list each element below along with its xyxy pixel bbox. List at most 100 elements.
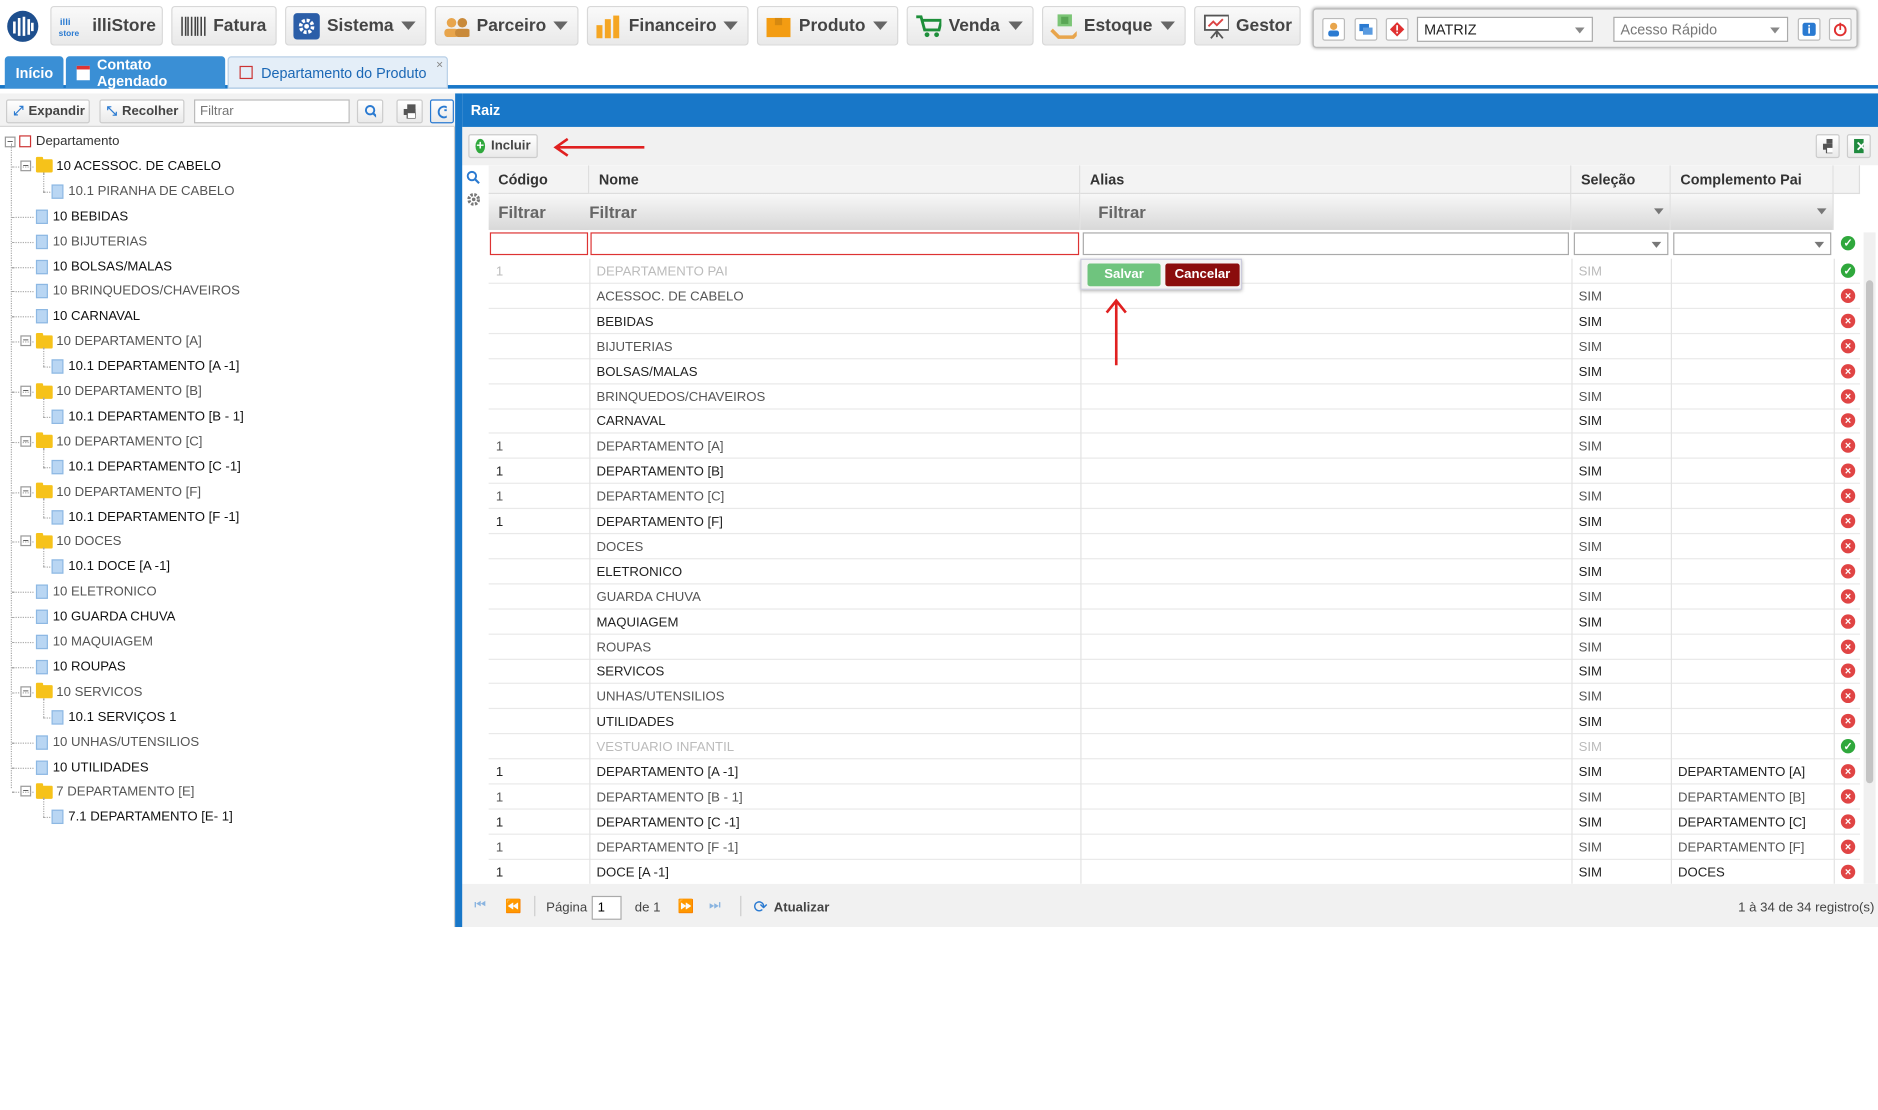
delete-icon[interactable]: × [1840,764,1856,779]
grid-print-button[interactable] [1815,134,1840,159]
table-row[interactable]: BRINQUEDOS/CHAVEIROS SIM × [488,384,1861,410]
tree-leaf-node[interactable]: 10.1 PIRANHA DE CABELO [51,179,234,203]
filter-selecao[interactable] [1571,194,1671,230]
menu-parceiro[interactable]: Parceiro [434,5,579,46]
settings-icon[interactable] [466,192,483,209]
tree-leaf-node[interactable]: 10.1 DEPARTAMENTO [F -1] [51,505,240,529]
new-codigo-input[interactable] [489,232,589,256]
confirm-icon[interactable]: ✓ [1840,235,1856,251]
table-row[interactable]: CARNAVAL SIM × [488,409,1861,435]
table-row[interactable]: ROUPAS SIM × [488,634,1861,660]
delete-icon[interactable]: × [1840,663,1856,679]
vertical-scrollbar[interactable] [1863,232,1876,884]
page-number-input[interactable] [591,895,622,920]
tree-leaf-node[interactable]: 10 ELETRONICO [35,580,157,604]
menu-produto[interactable]: Produto [756,5,899,46]
cancel-button[interactable]: Cancelar [1165,263,1240,287]
new-alias-input[interactable] [1082,232,1569,256]
delete-icon[interactable]: × [1840,338,1856,353]
search-button[interactable] [356,99,384,124]
delete-icon[interactable]: × [1840,388,1856,404]
tab-contato-agendado[interactable]: Contato Agendado [65,56,226,89]
delete-icon[interactable]: × [1840,864,1856,879]
tree-leaf-node[interactable]: 10.1 DEPARTAMENTO [A -1] [51,355,239,379]
table-row[interactable]: 1 DEPARTAMENTO [A -1] SIM DEPARTAMENTO [A] × [488,759,1861,785]
user-icon[interactable] [1322,17,1346,41]
delete-icon[interactable]: × [1840,413,1856,429]
tree-leaf-node[interactable]: 10 BEBIDAS [35,204,128,228]
company-select[interactable]: MATRIZ [1416,16,1593,42]
filter-alias[interactable]: Filtrar [1080,194,1572,230]
tree-folder-node[interactable]: 10 DEPARTAMENTO [A] [35,330,202,354]
tree-leaf-node[interactable]: 10.1 DOCE [A -1] [51,555,171,579]
tree-leaf-node[interactable]: 10 UTILIDADES [35,755,149,779]
excel-export-button[interactable] [1846,134,1871,159]
filter-complemento-pai[interactable] [1670,194,1834,230]
tab-inicio[interactable]: Início [4,56,64,89]
tree-folder-node[interactable]: 7 DEPARTAMENTO [E] [35,780,194,804]
tree-folder-node[interactable]: 10 DOCES [35,530,121,554]
collapse-button[interactable]: ⤡ Recolher [99,99,185,124]
close-icon[interactable]: × [436,59,443,72]
tree-leaf-node[interactable]: 10 BRINQUEDOS/CHAVEIROS [35,280,240,304]
tree-leaf-node[interactable]: 10 GUARDA CHUVA [35,605,175,629]
delete-icon[interactable]: × [1840,638,1856,654]
table-row[interactable]: BOLSAS/MALAS SIM × [488,359,1861,384]
table-row[interactable]: BEBIDAS SIM × [488,309,1861,334]
delete-icon[interactable]: × [1840,839,1856,854]
power-icon[interactable] [1828,17,1852,41]
delete-icon[interactable]: × [1840,363,1856,378]
print-button[interactable] [396,99,423,124]
menu-financeiro[interactable]: Financeiro [586,5,749,46]
table-row[interactable]: MAQUIAGEM SIM × [488,609,1861,635]
tree-leaf-node[interactable]: 10 ROUPAS [35,655,126,679]
table-row[interactable]: 1 DEPARTAMENTO [C] SIM × [488,484,1861,510]
delete-icon[interactable]: × [1840,689,1856,704]
tree-folder-node[interactable]: 10 SERVICOS [35,680,142,704]
menu-sistema[interactable]: Sistema [285,5,427,46]
table-row[interactable]: VESTUARIO INFANTIL SIM ✓ [488,734,1861,760]
menu-fatura[interactable]: Fatura [171,5,277,46]
tree-leaf-node[interactable]: 10 MAQUIAGEM [35,630,153,654]
expand-button[interactable]: ⤢ Expandir [5,99,90,124]
refresh-icon[interactable]: ⟳ [753,897,767,917]
tree-leaf-node[interactable]: 10.1 DEPARTAMENTO [B - 1] [51,405,244,429]
delete-icon[interactable]: × [1840,789,1856,804]
delete-icon[interactable]: × [1840,814,1856,829]
filter-codigo[interactable]: Filtrar [488,194,590,230]
table-row[interactable]: GUARDA CHUVA SIM × [488,584,1861,610]
table-row[interactable]: 1 DOCE [A -1] SIM DOCES × [488,859,1861,884]
tree-leaf-node[interactable]: 10 UNHAS/UTENSILIOS [35,730,199,754]
delete-icon[interactable]: × [1840,488,1856,504]
tree-leaf-node[interactable]: 10.1 SERVIÇOS 1 [51,705,177,729]
table-row[interactable]: 1 DEPARTAMENTO [F] SIM × [488,509,1861,535]
tree-leaf-node[interactable]: 10.1 DEPARTAMENTO [C -1] [51,455,241,479]
column-selecao[interactable]: Seleção [1571,165,1671,195]
scrollbar-thumb[interactable] [1866,280,1874,784]
tree-root[interactable]: − Departamento [4,129,119,153]
column-alias[interactable]: Alias [1080,165,1572,195]
table-row[interactable]: 1 DEPARTAMENTO [A] SIM × [488,434,1861,460]
menu-gestor[interactable]: Gestor [1194,5,1301,46]
save-button[interactable]: Salvar [1087,263,1161,287]
delete-icon[interactable]: × [1840,463,1856,479]
column-complemento-pai[interactable]: Complemento Pai [1670,165,1834,195]
tab-departamento-do-produto[interactable]: Departamento do Produto × [227,56,448,89]
new-selecao-select[interactable] [1573,232,1669,256]
delete-icon[interactable]: × [1840,288,1856,303]
panel-splitter[interactable] [455,93,463,928]
new-nome-input[interactable] [590,232,1080,256]
column-codigo[interactable]: Código [488,165,590,195]
tree-folder-node[interactable]: 10 DEPARTAMENTO [C] [35,430,202,454]
tree-leaf-node[interactable]: 10 BIJUTERIAS [35,229,147,253]
last-page-icon[interactable]: ⏭ [709,898,721,914]
delete-icon[interactable]: × [1840,613,1856,629]
info-icon[interactable] [1797,17,1821,41]
tree-leaf-node[interactable]: 10 BOLSAS/MALAS [35,255,172,279]
table-row[interactable]: DOCES SIM × [488,534,1861,560]
menu-illistore[interactable]: illi store illiStore [50,5,163,46]
zoom-icon[interactable] [466,170,483,187]
table-row[interactable]: ELETRONICO SIM × [488,559,1861,585]
check-icon[interactable]: ✓ [1840,739,1856,754]
delete-icon[interactable]: × [1840,588,1856,604]
